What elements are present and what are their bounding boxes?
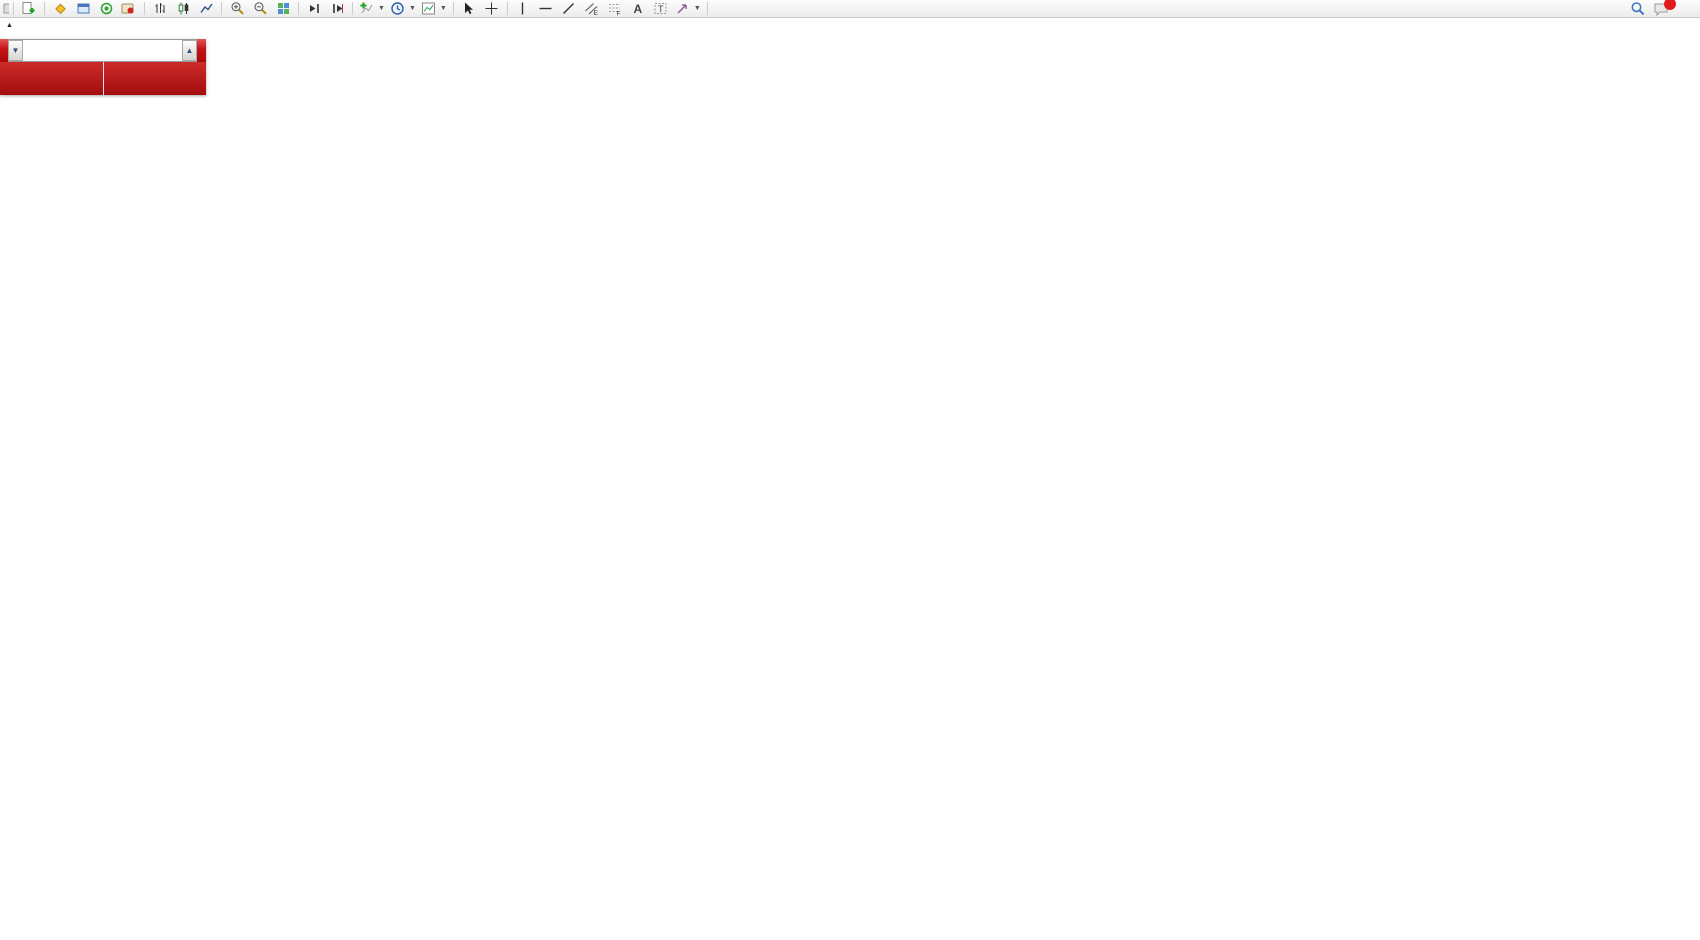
crosshair-tool-button[interactable] [481,1,503,17]
crosshair-icon [484,1,499,16]
autotrading-button[interactable] [118,1,140,17]
clock-icon [390,1,405,16]
template-icon [421,1,436,16]
price-chart-canvas[interactable] [0,0,1700,940]
tile-windows-icon [276,1,291,16]
zoom-in-icon [230,1,245,16]
data-window-button[interactable] [72,1,94,17]
buy-button[interactable] [197,39,206,62]
navigator-button[interactable] [95,1,117,17]
equidistant-channel-icon: E [584,1,599,16]
cursor-tool-button[interactable] [458,1,480,17]
indicators-button[interactable]: ▼ [357,1,387,17]
mt4-window: ▼ ▼ ▼ E F A T ▼ [0,0,1700,940]
svg-text:T: T [658,4,664,14]
zoom-in-button[interactable] [226,1,248,17]
templates-button[interactable]: ▼ [419,1,449,17]
toolbar: ▼ ▼ ▼ E F A T ▼ [0,0,1700,18]
new-order-button[interactable] [18,1,40,17]
trendline-tool-button[interactable] [558,1,580,17]
zoom-out-button[interactable] [249,1,271,17]
notifications-button[interactable] [1650,1,1672,17]
toolbar-separator [507,2,508,15]
trendline-icon [561,1,576,16]
svg-text:E: E [594,10,599,16]
chart-info-line: ▲ [6,22,31,29]
label-tool-button[interactable]: T [650,1,672,17]
clipped-toolbar-icon[interactable] [1,1,9,17]
volume-input[interactable] [23,40,182,61]
toolbar-separator [13,2,14,15]
cursor-icon [461,1,476,16]
channel-tool-button[interactable]: E [581,1,603,17]
horizontal-line-tool-button[interactable] [535,1,557,17]
market-watch-icon [53,1,68,16]
price-divider [103,62,104,95]
candle-chart-mode-button[interactable] [172,1,194,17]
auto-scroll-button[interactable] [303,1,325,17]
dropdown-caret-icon: ▼ [378,5,385,12]
one-click-trading-panel: ▼ ▲ [0,39,206,95]
new-order-icon [20,1,35,16]
autotrading-icon [120,1,135,16]
chart-collapse-icon[interactable]: ▲ [6,22,13,29]
navigator-icon [99,1,114,16]
volume-increase-button[interactable]: ▲ [182,40,197,61]
volume-decrease-button[interactable]: ▼ [8,40,23,61]
zoom-out-icon [253,1,268,16]
dropdown-caret-icon: ▼ [694,5,701,12]
toolbar-separator [707,2,708,15]
bar-chart-icon [153,1,168,16]
svg-text:A: A [634,2,643,16]
chart-shift-button[interactable] [326,1,348,17]
volume-stepper: ▼ ▲ [8,39,197,62]
fibonacci-tool-button[interactable]: F [604,1,626,17]
chart-shift-icon [330,1,345,16]
indicators-icon [359,1,374,16]
toolbar-separator [221,2,222,15]
dropdown-caret-icon: ▼ [409,5,416,12]
market-watch-button[interactable] [49,1,71,17]
fibonacci-icon: F [607,1,622,16]
bar-chart-mode-button[interactable] [149,1,171,17]
toolbar-separator [298,2,299,15]
search-icon [1630,1,1646,17]
svg-text:F: F [617,11,621,17]
text-icon: A [630,1,645,16]
notification-badge [1664,0,1676,10]
text-label-icon: T [653,1,668,16]
auto-scroll-icon [307,1,322,16]
horizontal-line-icon [538,1,553,16]
toolbar-separator [352,2,353,15]
dropdown-caret-icon: ▼ [440,5,447,12]
candlestick-icon [176,1,191,16]
vertical-line-icon [515,1,530,16]
periods-button[interactable]: ▼ [388,1,418,17]
toolbar-separator [44,2,45,15]
data-window-icon [76,1,91,16]
toolbar-separator [144,2,145,15]
line-chart-icon [199,1,214,16]
tile-windows-button[interactable] [272,1,294,17]
arrow-shapes-icon [675,1,690,16]
search-button[interactable] [1627,1,1649,17]
line-chart-mode-button[interactable] [195,1,217,17]
sell-button[interactable] [0,39,8,62]
vertical-line-tool-button[interactable] [512,1,534,17]
text-tool-button[interactable]: A [627,1,649,17]
shapes-tool-button[interactable]: ▼ [673,1,703,17]
toolbar-separator [453,2,454,15]
